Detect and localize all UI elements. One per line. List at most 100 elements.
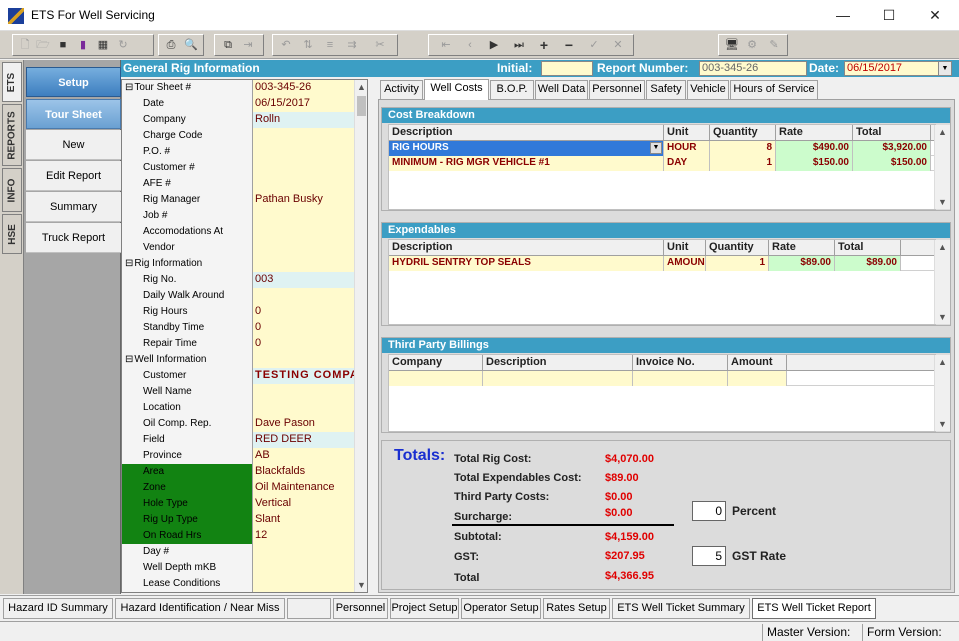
grid-row[interactable]: Lease Conditions: [122, 576, 354, 592]
cut-icon[interactable]: ✂: [371, 37, 389, 53]
bottom-tab[interactable]: [287, 598, 331, 619]
grid-row[interactable]: AFE #: [122, 176, 354, 192]
bottom-tab[interactable]: ETS Well Ticket Summary: [612, 598, 750, 619]
grid-row[interactable]: Accomodations At: [122, 224, 354, 240]
grid-field-value[interactable]: [253, 288, 354, 304]
nav-setup-button[interactable]: Setup: [26, 67, 121, 97]
exp-rate-cell[interactable]: $89.00: [769, 256, 835, 271]
vtab-hse[interactable]: HSE: [2, 214, 22, 254]
grid-row[interactable]: Rig No. 003: [122, 272, 354, 288]
bottom-tab[interactable]: Project Setup: [390, 598, 459, 619]
date-dropdown-icon[interactable]: ▼: [938, 62, 951, 75]
copy-icon[interactable]: ⧉: [219, 37, 237, 53]
nav-edit-report-button[interactable]: Edit Report: [26, 161, 121, 191]
grid-field-value[interactable]: Pathan Busky: [253, 192, 354, 208]
tab-well-costs[interactable]: Well Costs: [424, 79, 489, 100]
scroll-up-icon[interactable]: ▲: [355, 80, 367, 94]
grid-field-value[interactable]: Dave Pason: [253, 416, 354, 432]
grid-row[interactable]: Well Name: [122, 384, 354, 400]
vtab-reports[interactable]: REPORTS: [2, 104, 22, 166]
tab-b-o-p[interactable]: B.O.P.: [490, 80, 534, 99]
save-icon[interactable]: ■: [54, 37, 72, 53]
grid-field-value[interactable]: [253, 224, 354, 240]
grid-field-value[interactable]: [253, 384, 354, 400]
grid-row[interactable]: Zone Oil Maintenance: [122, 480, 354, 496]
bottom-tab[interactable]: Personnel: [333, 598, 388, 619]
settings-icon[interactable]: ⚙: [743, 37, 761, 53]
cost-description-cell[interactable]: MINIMUM - RIG MGR VEHICLE #1: [389, 156, 664, 171]
grid-row[interactable]: Company Rolln: [122, 112, 354, 128]
grid-field-value[interactable]: TESTING COMPA: [253, 368, 354, 384]
tab-well-data[interactable]: Well Data: [535, 80, 588, 99]
grid-field-value[interactable]: [253, 544, 354, 560]
nav-summary-button[interactable]: Summary: [26, 192, 121, 222]
third-scrollbar[interactable]: ▲ ▼: [934, 355, 950, 431]
grid-field-value[interactable]: Blackfalds: [253, 464, 354, 480]
grid-field-value[interactable]: 12: [253, 528, 354, 544]
grid-row[interactable]: Day #: [122, 544, 354, 560]
table-row[interactable]: HYDRIL SENTRY TOP SEALS AMOUN 1 $89.00 $…: [389, 256, 935, 271]
cost-unit-cell[interactable]: HOUR: [664, 141, 710, 156]
tab-vehicle[interactable]: Vehicle: [687, 80, 729, 99]
grid-row[interactable]: Field RED DEER: [122, 432, 354, 448]
report-number-field[interactable]: 003-345-26: [699, 61, 807, 76]
print-preview-icon[interactable]: 🔍: [182, 37, 200, 53]
grid-row[interactable]: P.O. #: [122, 144, 354, 160]
grid-row[interactable]: Repair Time 0: [122, 336, 354, 352]
table-row[interactable]: [389, 371, 935, 386]
grid-row[interactable]: ⊟Rig Information: [122, 256, 354, 272]
tab-safety[interactable]: Safety: [646, 80, 686, 99]
scroll-up-icon[interactable]: ▲: [935, 355, 950, 369]
grid-field-value[interactable]: 06/15/2017: [253, 96, 354, 112]
grid-field-value[interactable]: Rolln: [253, 112, 354, 128]
collapse-icon[interactable]: ⊟: [125, 354, 133, 365]
filter-icon[interactable]: ≡: [321, 37, 339, 53]
close-button[interactable]: ✕: [912, 0, 958, 31]
align-icon[interactable]: ⇉: [343, 37, 361, 53]
cost-quantity-cell[interactable]: 8: [710, 141, 776, 156]
bottom-tab[interactable]: Hazard ID Summary: [3, 598, 113, 619]
grid-row[interactable]: ⊟Tour Sheet #003-345-26: [122, 80, 354, 96]
percent-input[interactable]: 0: [692, 501, 726, 521]
bottom-tab[interactable]: Operator Setup: [461, 598, 541, 619]
maximize-button[interactable]: ☐: [866, 0, 912, 31]
grid-row[interactable]: Date 06/15/2017: [122, 96, 354, 112]
grid-field-value[interactable]: [253, 400, 354, 416]
grid-row[interactable]: Customer #: [122, 160, 354, 176]
grid-row[interactable]: Location: [122, 400, 354, 416]
grid-row[interactable]: Well Depth mKB: [122, 560, 354, 576]
open-folder-icon[interactable]: 🗁: [34, 37, 52, 53]
date-field[interactable]: 06/15/2017 ▼: [844, 61, 952, 76]
scroll-up-icon[interactable]: ▲: [935, 125, 950, 139]
grid-row[interactable]: Daily Walk Around: [122, 288, 354, 304]
grid-row[interactable]: Rig Up Type Slant: [122, 512, 354, 528]
gst-rate-input[interactable]: 5: [692, 546, 726, 566]
grid-row[interactable]: Hole Type Vertical: [122, 496, 354, 512]
scroll-up-icon[interactable]: ▲: [935, 240, 950, 254]
exp-description-cell[interactable]: HYDRIL SENTRY TOP SEALS: [389, 256, 664, 271]
grid-field-value[interactable]: [253, 352, 354, 368]
post-record-icon[interactable]: ✓: [585, 37, 603, 53]
grid-field-value[interactable]: RED DEER: [253, 432, 354, 448]
cost-rate-cell[interactable]: $490.00: [776, 141, 853, 156]
bottom-tab[interactable]: Hazard Identification / Near Miss: [115, 598, 285, 619]
grid-field-value[interactable]: 003-345-26: [253, 80, 354, 96]
initial-field[interactable]: [541, 61, 593, 76]
exp-unit-cell[interactable]: AMOUN: [664, 256, 706, 271]
grid-scrollbar[interactable]: ▲ ▼: [354, 80, 367, 592]
bottom-tab[interactable]: ETS Well Ticket Report: [752, 598, 876, 619]
grid-row[interactable]: Job #: [122, 208, 354, 224]
grid-field-value[interactable]: [253, 576, 354, 592]
scroll-down-icon[interactable]: ▼: [355, 578, 367, 592]
grid-field-value[interactable]: [253, 144, 354, 160]
grid-field-value[interactable]: [253, 256, 354, 272]
grid-row[interactable]: Rig Hours 0: [122, 304, 354, 320]
grid-field-value[interactable]: Vertical: [253, 496, 354, 512]
cancel-record-icon[interactable]: ✕: [609, 37, 627, 53]
refresh-icon[interactable]: ↻: [114, 37, 132, 53]
properties-icon[interactable]: ▦: [94, 37, 112, 53]
print-icon[interactable]: ⎙: [162, 37, 180, 53]
next-record-icon[interactable]: ▶: [485, 37, 503, 53]
nav-tour-sheet-button[interactable]: Tour Sheet: [26, 99, 121, 129]
grid-field-value[interactable]: [253, 560, 354, 576]
